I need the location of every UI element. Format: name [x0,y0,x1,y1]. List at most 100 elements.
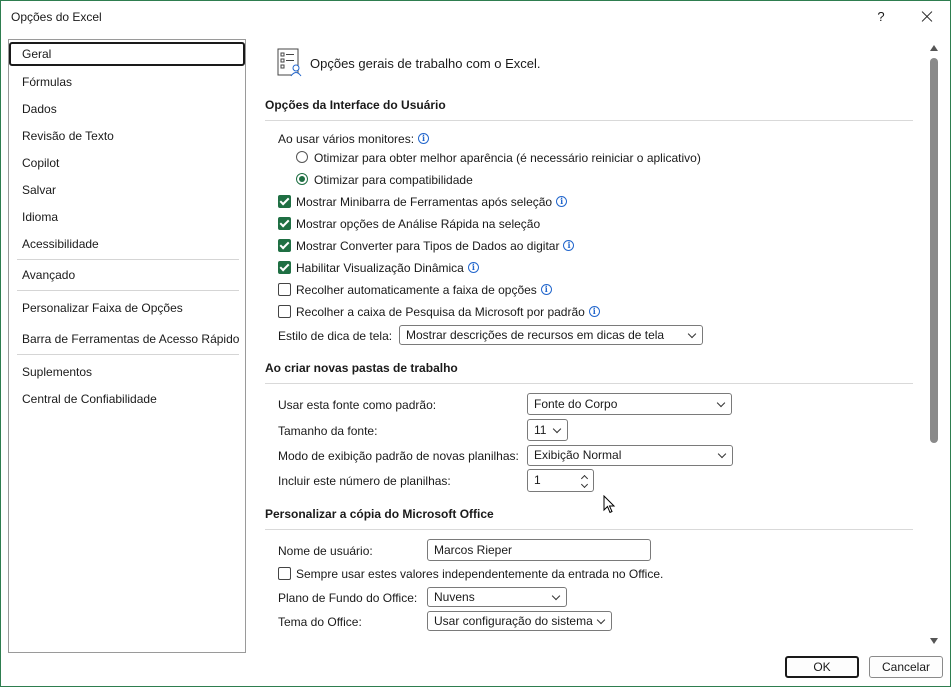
font-size-value: 11 [534,423,547,437]
radio-best-appearance[interactable] [296,151,308,163]
tooltip-style-value: Mostrar descrições de recursos em dicas … [406,328,665,342]
convert-data-types-label-text[interactable]: Mostrar Converter para Tipos de Dados ao… [296,239,559,253]
sidebar-divider [17,354,239,355]
collapse-ribbon-label[interactable]: Recolher automaticamente a faixa de opçõ… [296,283,552,297]
username-value: Marcos Rieper [434,543,513,557]
default-font-value: Fonte do Corpo [534,397,618,411]
close-icon[interactable] [915,7,939,27]
info-icon: i [588,306,600,317]
cancel-button[interactable]: Cancelar [869,656,943,678]
content-panel: Opções gerais de trabalho com o Excel. O… [259,39,929,649]
default-font-dropdown[interactable]: Fonte do Corpo [527,393,732,415]
always-use-values-label[interactable]: Sempre usar estes valores independenteme… [296,567,663,581]
sidebar-item-revisao[interactable]: Revisão de Texto [9,124,245,148]
sidebar-item-central-confiabilidade[interactable]: Central de Confiabilidade [9,387,245,411]
sidebar-item-idioma[interactable]: Idioma [9,205,245,229]
spin-down-icon[interactable] [580,480,589,489]
section-title-new-workbooks: Ao criar novas pastas de trabalho [265,361,458,375]
quick-analysis-label[interactable]: Mostrar opções de Análise Rápida na sele… [296,217,540,231]
info-icon: i [540,284,552,295]
office-background-dropdown[interactable]: Nuvens [427,587,567,607]
info-icon: i [556,196,568,207]
info-icon: i [563,240,575,251]
info-icon: i [418,133,430,144]
ok-button[interactable]: OK [785,656,859,678]
sidebar-divider [17,290,239,291]
live-preview-label-text[interactable]: Habilitar Visualização Dinâmica [296,261,464,275]
office-theme-dropdown[interactable]: Usar configuração do sistema [427,611,612,631]
minibar-label[interactable]: Mostrar Minibarra de Ferramentas após se… [296,195,568,209]
sheet-count-stepper[interactable]: 1 [527,469,594,492]
office-theme-label: Tema do Office: [278,615,362,629]
username-input[interactable]: Marcos Rieper [427,539,651,561]
sidebar-item-salvar[interactable]: Salvar [9,178,245,202]
sidebar-item-barra-acesso-rapido[interactable]: Barra de Ferramentas de Acesso Rápido [9,327,245,351]
sidebar-item-dados[interactable]: Dados [9,97,245,121]
chevron-down-icon [552,424,562,434]
chevron-down-icon [687,329,697,339]
checkbox-live-preview[interactable] [278,261,291,274]
office-background-value: Nuvens [434,590,475,604]
tooltip-style-label: Estilo de dica de tela: [278,329,393,343]
checkbox-convert-data-types[interactable] [278,239,291,252]
chevron-down-icon [716,398,726,408]
office-theme-value: Usar configuração do sistema [434,614,593,628]
default-view-value: Exibição Normal [534,448,622,462]
sidebar-item-geral[interactable]: Geral [9,42,245,66]
sidebar-item-formulas[interactable]: Fórmulas [9,70,245,94]
collapse-search-label[interactable]: Recolher a caixa de Pesquisa da Microsof… [296,305,600,319]
page-header-text: Opções gerais de trabalho com o Excel. [310,56,541,71]
office-background-label: Plano de Fundo do Office: [278,591,418,605]
sidebar-divider [17,259,239,260]
checkbox-minibar[interactable] [278,195,291,208]
radio-compatibility-label[interactable]: Otimizar para compatibilidade [314,173,473,187]
sidebar-nav: Geral Fórmulas Dados Revisão de Texto Co… [8,39,246,653]
sidebar-item-acessibilidade[interactable]: Acessibilidade [9,232,245,256]
vertical-scrollbar[interactable] [927,39,941,651]
radio-best-appearance-label[interactable]: Otimizar para obter melhor aparência (é … [314,151,701,165]
minibar-label-text[interactable]: Mostrar Minibarra de Ferramentas após se… [296,195,552,209]
chevron-down-icon [596,615,606,625]
sidebar-item-suplementos[interactable]: Suplementos [9,360,245,384]
section-title-personalize: Personalizar a cópia do Microsoft Office [265,507,494,521]
font-size-dropdown[interactable]: 11 [527,419,568,441]
section-divider [265,529,913,530]
checkbox-collapse-search[interactable] [278,305,291,318]
monitors-label-text: Ao usar vários monitores: [278,132,415,146]
sidebar-item-copilot[interactable]: Copilot [9,151,245,175]
scrollbar-thumb[interactable] [930,58,938,443]
info-icon: i [467,262,479,273]
radio-compatibility[interactable] [296,173,308,185]
default-font-label: Usar esta fonte como padrão: [278,398,437,412]
scroll-up-icon[interactable] [930,45,938,51]
scroll-down-icon[interactable] [930,638,938,644]
sidebar-item-personalizar-faixa[interactable]: Personalizar Faixa de Opções [9,296,245,320]
help-button[interactable]: ? [871,7,891,27]
live-preview-label[interactable]: Habilitar Visualização Dinâmica i [296,261,479,275]
window-title: Opções do Excel [11,10,102,24]
mouse-cursor-icon [603,495,616,514]
convert-data-types-label[interactable]: Mostrar Converter para Tipos de Dados ao… [296,239,575,253]
section-divider [265,120,913,121]
excel-options-dialog: Opções do Excel ? Geral Fórmulas Dados R… [0,0,951,687]
sheet-count-value: 1 [534,473,541,487]
chevron-down-icon [551,591,561,601]
sheet-count-label: Incluir este número de planilhas: [278,474,451,488]
username-label: Nome de usuário: [278,544,373,558]
chevron-down-icon [717,449,727,459]
collapse-ribbon-label-text[interactable]: Recolher automaticamente a faixa de opçõ… [296,283,537,297]
checkbox-collapse-ribbon[interactable] [278,283,291,296]
font-size-label: Tamanho da fonte: [278,424,378,438]
section-divider [265,383,913,384]
collapse-search-label-text[interactable]: Recolher a caixa de Pesquisa da Microsof… [296,305,585,319]
section-title-ui: Opções da Interface do Usuário [265,98,446,112]
checkbox-quick-analysis[interactable] [278,217,291,230]
checkbox-always-use-values[interactable] [278,567,291,580]
general-options-icon [277,48,302,77]
tooltip-style-dropdown[interactable]: Mostrar descrições de recursos em dicas … [399,325,703,345]
monitors-label: Ao usar vários monitores: i [278,132,430,146]
sidebar-item-avancado[interactable]: Avançado [9,263,245,287]
default-view-label: Modo de exibição padrão de novas planilh… [278,449,519,463]
title-bar: Opções do Excel ? [1,1,950,33]
default-view-dropdown[interactable]: Exibição Normal [527,445,733,466]
